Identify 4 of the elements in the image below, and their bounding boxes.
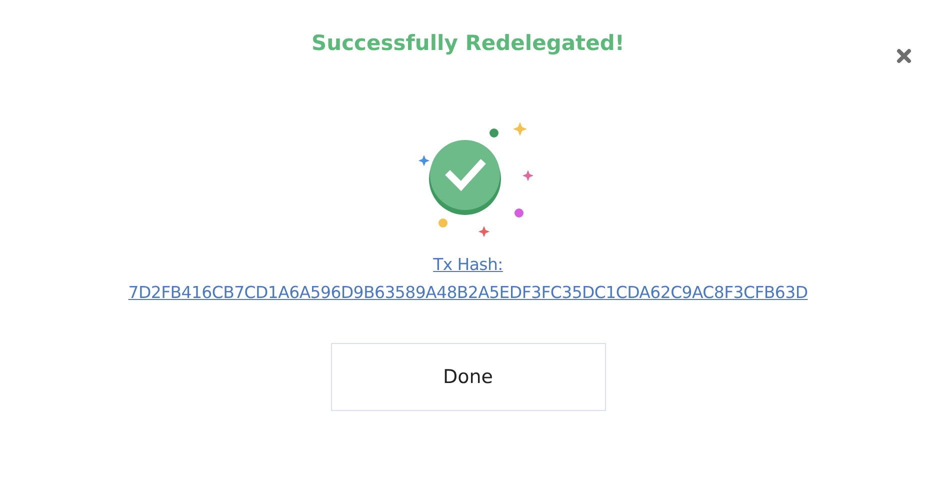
close-icon[interactable] — [896, 48, 912, 64]
tx-hash-link[interactable]: Tx Hash: 7D2FB416CB7CD1A6A596D9B63589A48B2A5EDF3FC35DC1CDA62C9AC8F3CFB63D — [128, 251, 808, 307]
dialog-title: Successfully Redelegated! — [312, 31, 624, 55]
done-button[interactable]: Done — [330, 343, 606, 411]
